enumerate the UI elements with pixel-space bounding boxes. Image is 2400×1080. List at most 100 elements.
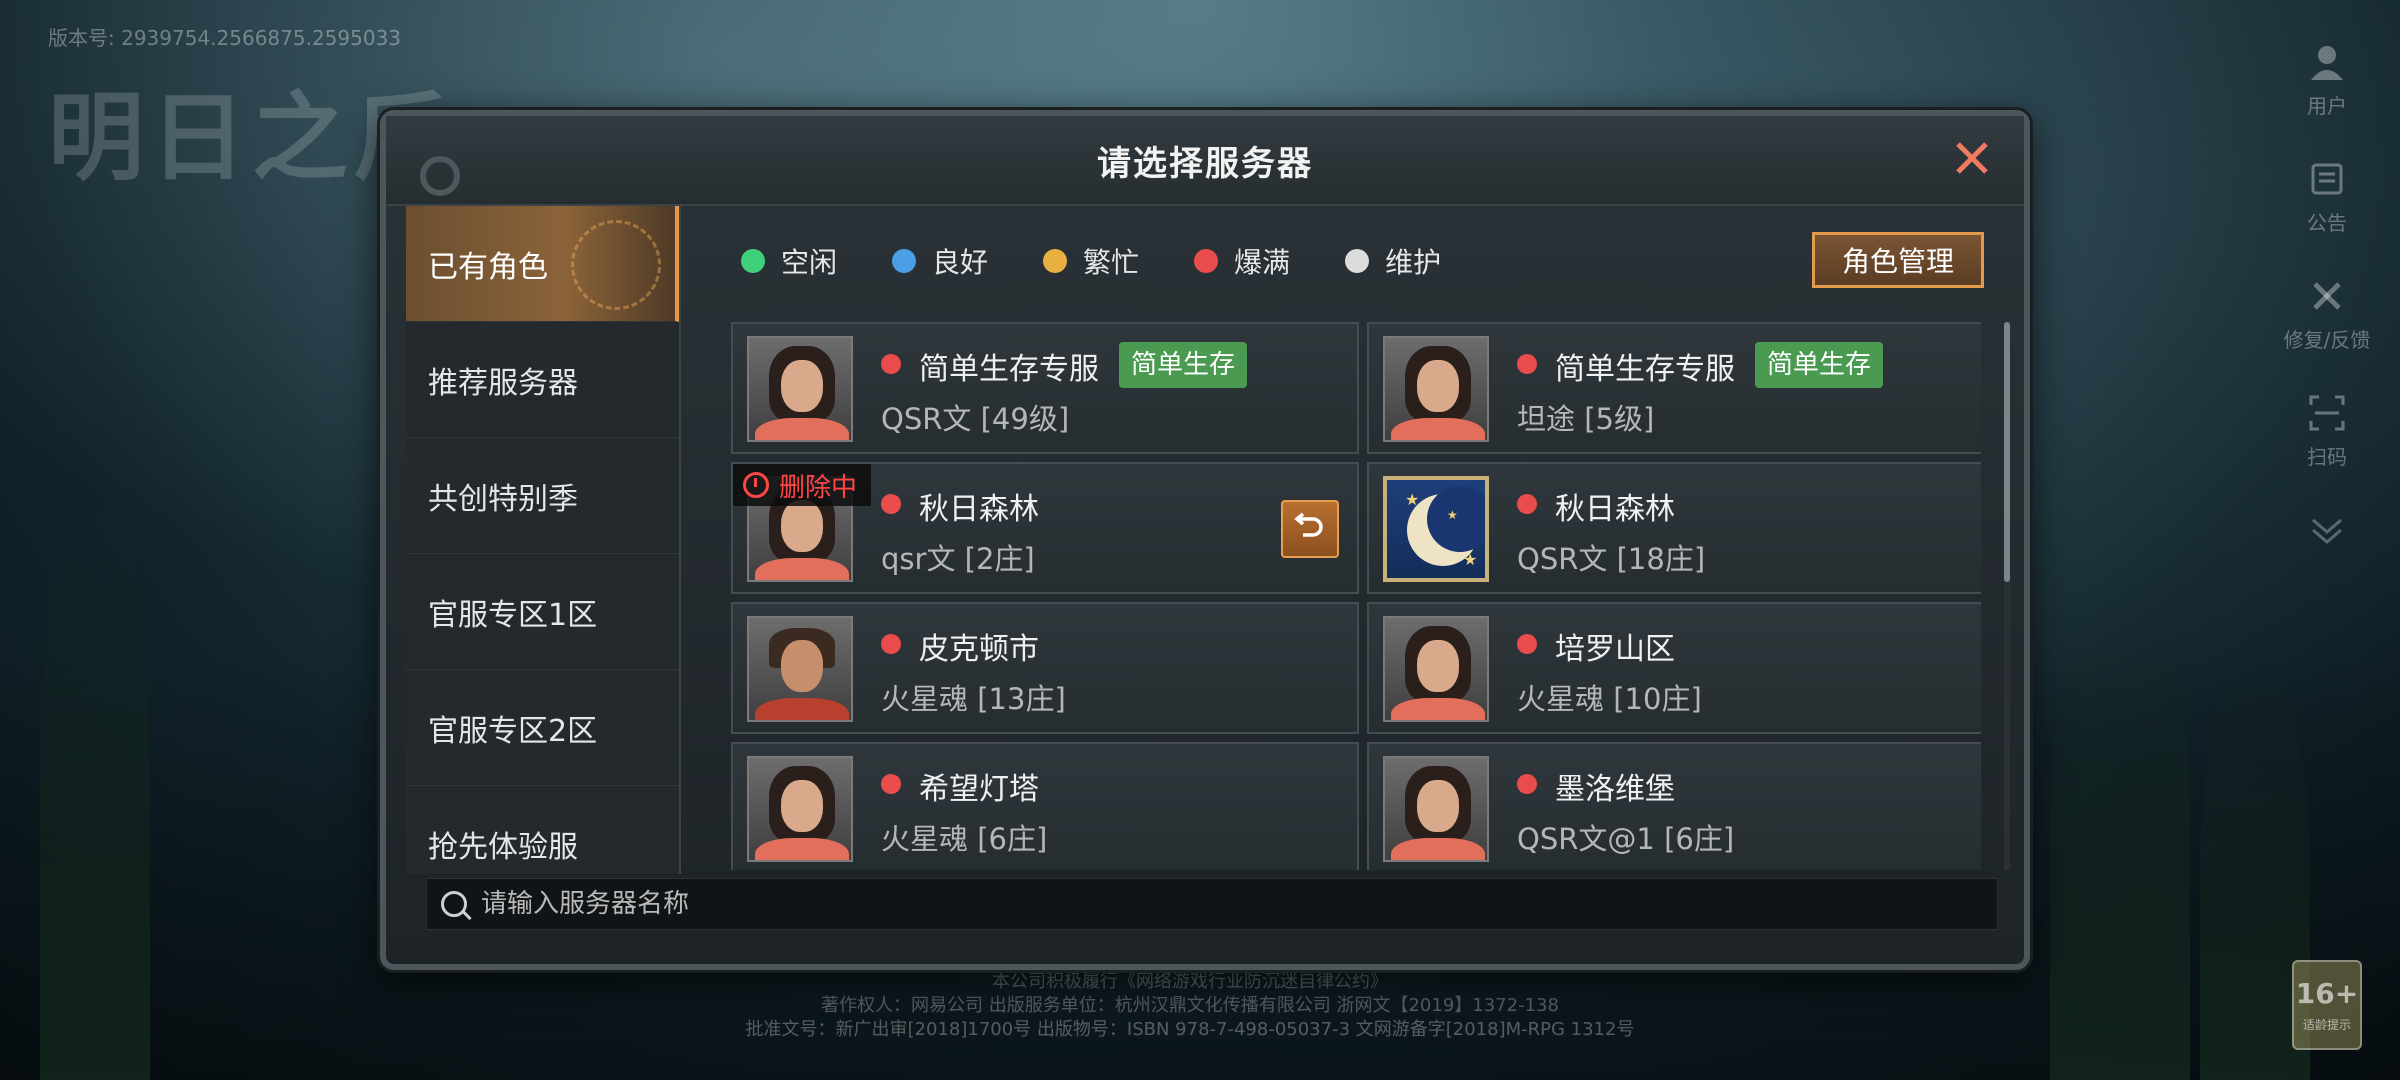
server-card[interactable]: 墨洛维堡 QSR文@1 [6庄]	[1367, 742, 1981, 870]
server-category-tabs: 已有角色 推荐服务器 共创特别季 官服专区1区 官服专区2区 抢先体验服	[406, 206, 681, 874]
server-name: 希望灯塔	[919, 772, 1039, 807]
notice-icon	[2305, 157, 2349, 201]
tab-official-zone-1[interactable]: 官服专区1区	[406, 554, 679, 670]
role-name: 火星魂	[881, 822, 969, 856]
role-info: qsr文 [2庄]	[881, 536, 1035, 578]
server-status-dot	[881, 634, 901, 654]
role-level: [5级]	[1584, 402, 1655, 436]
side-item-label: 公告	[2307, 211, 2347, 235]
undo-delete-button[interactable]	[1281, 500, 1339, 558]
legend-item-full: 爆满	[1194, 241, 1290, 281]
character-avatar	[1383, 336, 1489, 442]
status-dot	[1043, 249, 1068, 273]
server-status-dot	[881, 354, 901, 374]
status-dot	[1345, 249, 1370, 273]
server-list-scrollbar[interactable]	[2004, 322, 2010, 870]
role-name: QSR文	[881, 402, 972, 436]
scroll-thumb[interactable]	[2004, 322, 2010, 582]
role-name: 坦途	[1517, 402, 1576, 436]
server-card[interactable]: 希望灯塔 火星魂 [6庄]	[731, 742, 1359, 870]
server-name: 皮克顿市	[919, 632, 1039, 667]
tab-existing-roles[interactable]: 已有角色	[406, 206, 679, 322]
legal-text: 本公司积极履行《网络游戏行业防沉迷自律公约》 著作权人：网易公司 出版服务单位：…	[640, 970, 1740, 1042]
status-legend: 空闲 良好 繁忙 爆满 维护	[741, 241, 1496, 281]
server-card[interactable]: 培罗山区 火星魂 [10庄]	[1367, 602, 1981, 734]
role-level: [2庄]	[964, 542, 1035, 576]
version-text: 版本号: 2939754.2566875.2595033	[48, 26, 402, 50]
role-level: [18庄]	[1616, 542, 1706, 576]
server-name: 培罗山区	[1555, 632, 1675, 667]
seaweed-decoration	[2050, 560, 2190, 1080]
side-item-repair[interactable]: 修复/反馈	[2272, 274, 2382, 353]
clock-icon	[743, 472, 769, 498]
role-level: [49级]	[980, 402, 1070, 436]
legend-label: 良好	[932, 246, 989, 279]
server-status-dot	[1517, 774, 1537, 794]
chevron-down-icon	[2305, 508, 2349, 552]
server-card[interactable]: 删除中 秋日森林 qsr文 [2庄]	[731, 462, 1359, 594]
age-rating-badge: 16+ 适龄提示	[2292, 960, 2362, 1050]
repair-icon	[2305, 274, 2349, 318]
age-rating-caption: 适龄提示	[2302, 1018, 2351, 1032]
server-status-dot	[1517, 634, 1537, 654]
server-status-dot	[881, 774, 901, 794]
side-item-notice[interactable]: 公告	[2272, 157, 2382, 236]
tab-recommended-servers[interactable]: 推荐服务器	[406, 322, 679, 438]
server-status-dot	[1517, 494, 1537, 514]
server-card[interactable]: ★ ★ ★ 秋日森林 QSR文 [18庄]	[1367, 462, 1981, 594]
tab-label: 推荐服务器	[428, 365, 578, 401]
side-item-label: 扫码	[2307, 445, 2347, 469]
deleting-label: 删除中	[779, 472, 858, 503]
role-name: QSR文@1	[1517, 822, 1655, 856]
legend-item-maintenance: 维护	[1345, 241, 1441, 281]
role-name: qsr文	[881, 542, 956, 576]
tab-co-creation-season[interactable]: 共创特别季	[406, 438, 679, 554]
server-status-dot	[881, 494, 901, 514]
close-icon	[1956, 142, 1988, 174]
legend-label: 繁忙	[1083, 246, 1140, 279]
legal-line: 批准文号：新广出审[2018]1700号 出版物号：ISBN 978-7-498…	[745, 1019, 1635, 1040]
tab-label: 已有角色	[428, 249, 548, 285]
role-info: 火星魂 [6庄]	[881, 816, 1047, 858]
undo-icon	[1294, 512, 1323, 537]
server-card[interactable]: 皮克顿市 火星魂 [13庄]	[731, 602, 1359, 734]
server-tag: 简单生存	[1755, 342, 1884, 388]
tab-official-zone-2[interactable]: 官服专区2区	[406, 670, 679, 786]
deleting-badge: 删除中	[733, 464, 872, 506]
side-item-expand[interactable]	[2272, 508, 2382, 558]
tab-label: 共创特别季	[428, 481, 578, 517]
fingerprint-icon	[571, 220, 661, 310]
legend-item-good: 良好	[892, 241, 988, 281]
role-level: [6庄]	[1664, 822, 1735, 856]
legal-line: 著作权人：网易公司 出版服务单位：杭州汉鼎文化传播有限公司 浙网文【2019】1…	[821, 995, 1559, 1016]
server-card[interactable]: 简单生存专服 简单生存 QSR文 [49级]	[731, 322, 1359, 454]
server-select-dialog: 请选择服务器 已有角色 推荐服务器 共创特别季 官服专区1区 官服专区2区 抢先…	[380, 110, 2030, 970]
side-item-user[interactable]: 用户	[2272, 40, 2382, 119]
tab-label: 官服专区1区	[428, 597, 598, 633]
server-name: 秋日森林	[1555, 492, 1675, 527]
character-avatar	[747, 756, 853, 862]
legend-item-idle: 空闲	[741, 241, 837, 281]
server-name: 简单生存专服	[919, 352, 1099, 387]
tab-label: 官服专区2区	[428, 713, 598, 749]
role-info: 火星魂 [13庄]	[881, 676, 1066, 718]
tab-early-access[interactable]: 抢先体验服	[406, 786, 679, 874]
role-info: QSR文 [18庄]	[1517, 536, 1705, 578]
status-dot	[741, 249, 765, 273]
character-avatar	[1383, 616, 1489, 722]
seaweed-decoration	[40, 480, 150, 1080]
moon-avatar-frame: ★ ★ ★	[1383, 476, 1489, 582]
age-rating-value: 16+	[2295, 977, 2359, 1010]
corner-decoration	[420, 156, 460, 196]
role-manage-button[interactable]: 角色管理	[1812, 232, 1984, 288]
character-avatar	[747, 616, 853, 722]
role-level: [10庄]	[1613, 682, 1702, 716]
side-item-scan[interactable]: 扫码	[2272, 391, 2382, 470]
server-search-input[interactable]	[481, 889, 1881, 919]
scan-icon	[2305, 391, 2349, 435]
server-card[interactable]: 简单生存专服 简单生存 坦途 [5级]	[1367, 322, 1981, 454]
close-button[interactable]	[1948, 136, 1996, 184]
legend-label: 爆满	[1234, 246, 1291, 279]
server-name: 墨洛维堡	[1555, 772, 1675, 807]
legal-line: 本公司积极履行《网络游戏行业防沉迷自律公约》	[992, 971, 1388, 992]
